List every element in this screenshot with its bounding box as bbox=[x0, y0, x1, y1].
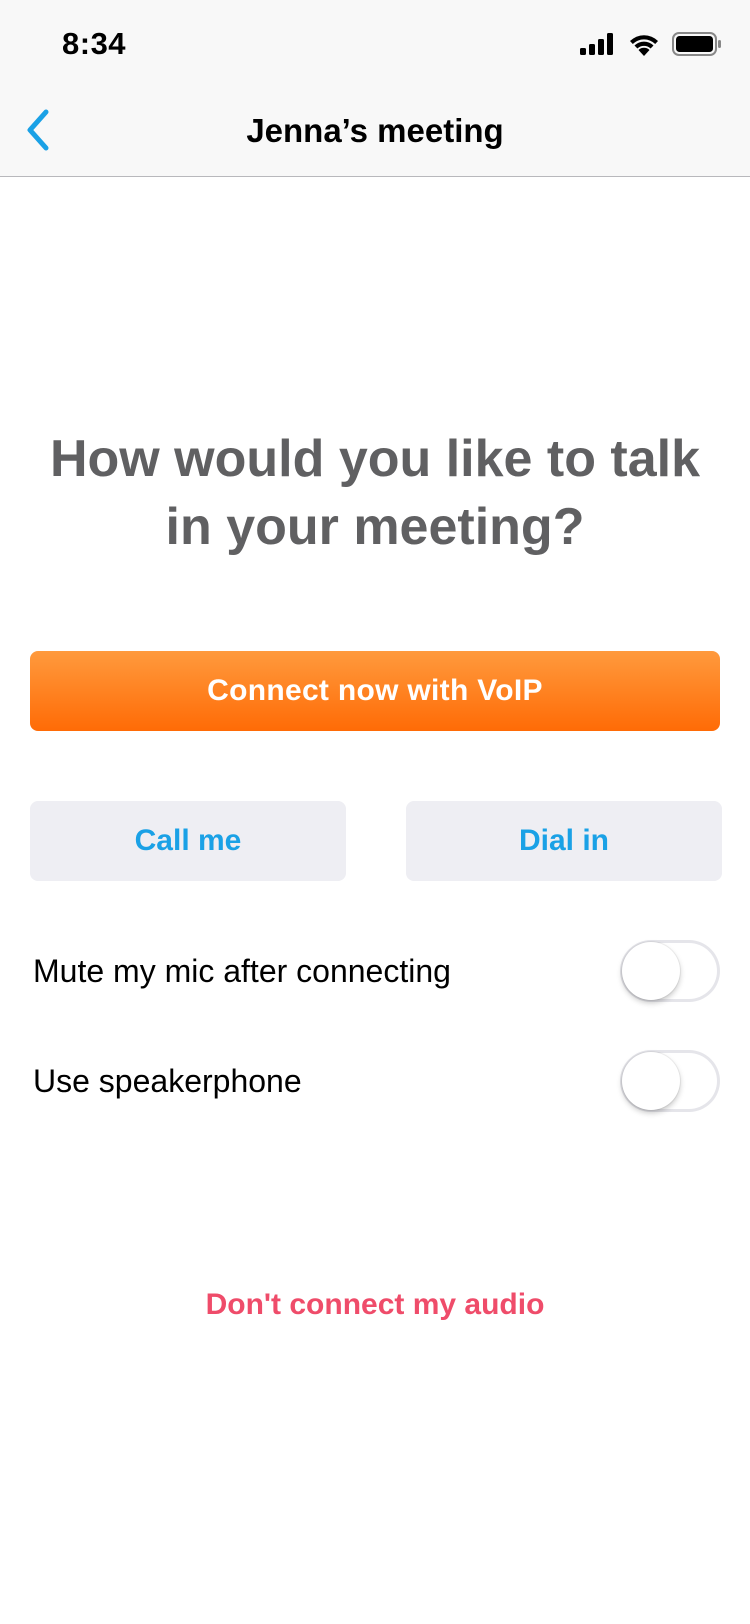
page-headline: How would you like to talk in your meeti… bbox=[49, 430, 701, 556]
status-bar: 8:34 bbox=[0, 0, 750, 90]
speakerphone-toggle[interactable] bbox=[620, 1050, 720, 1112]
speakerphone-label: Use speakerphone bbox=[33, 1062, 302, 1099]
wifi-icon bbox=[628, 32, 660, 61]
cellular-signal-icon bbox=[580, 33, 616, 60]
connect-voip-button[interactable]: Connect now with VoIP bbox=[30, 651, 720, 731]
mute-mic-row: Mute my mic after connecting bbox=[33, 940, 720, 1002]
audio-options-screen: 8:34 Jenna’s meeting How would you like … bbox=[0, 0, 750, 1624]
mute-mic-toggle[interactable] bbox=[620, 940, 720, 1002]
status-icons bbox=[580, 32, 722, 61]
dont-connect-audio-link[interactable]: Don't connect my audio bbox=[0, 1288, 750, 1322]
dial-in-button[interactable]: Dial in bbox=[406, 801, 722, 881]
toggle-knob bbox=[622, 942, 680, 1000]
toggle-knob bbox=[622, 1052, 680, 1110]
mute-mic-label: Mute my mic after connecting bbox=[33, 952, 451, 989]
navigation-bar: Jenna’s meeting bbox=[0, 90, 750, 177]
status-time: 8:34 bbox=[62, 26, 127, 61]
speakerphone-row: Use speakerphone bbox=[33, 1050, 720, 1112]
battery-icon bbox=[672, 32, 722, 61]
nav-title: Jenna’s meeting bbox=[246, 112, 504, 149]
call-me-button[interactable]: Call me bbox=[30, 801, 346, 881]
